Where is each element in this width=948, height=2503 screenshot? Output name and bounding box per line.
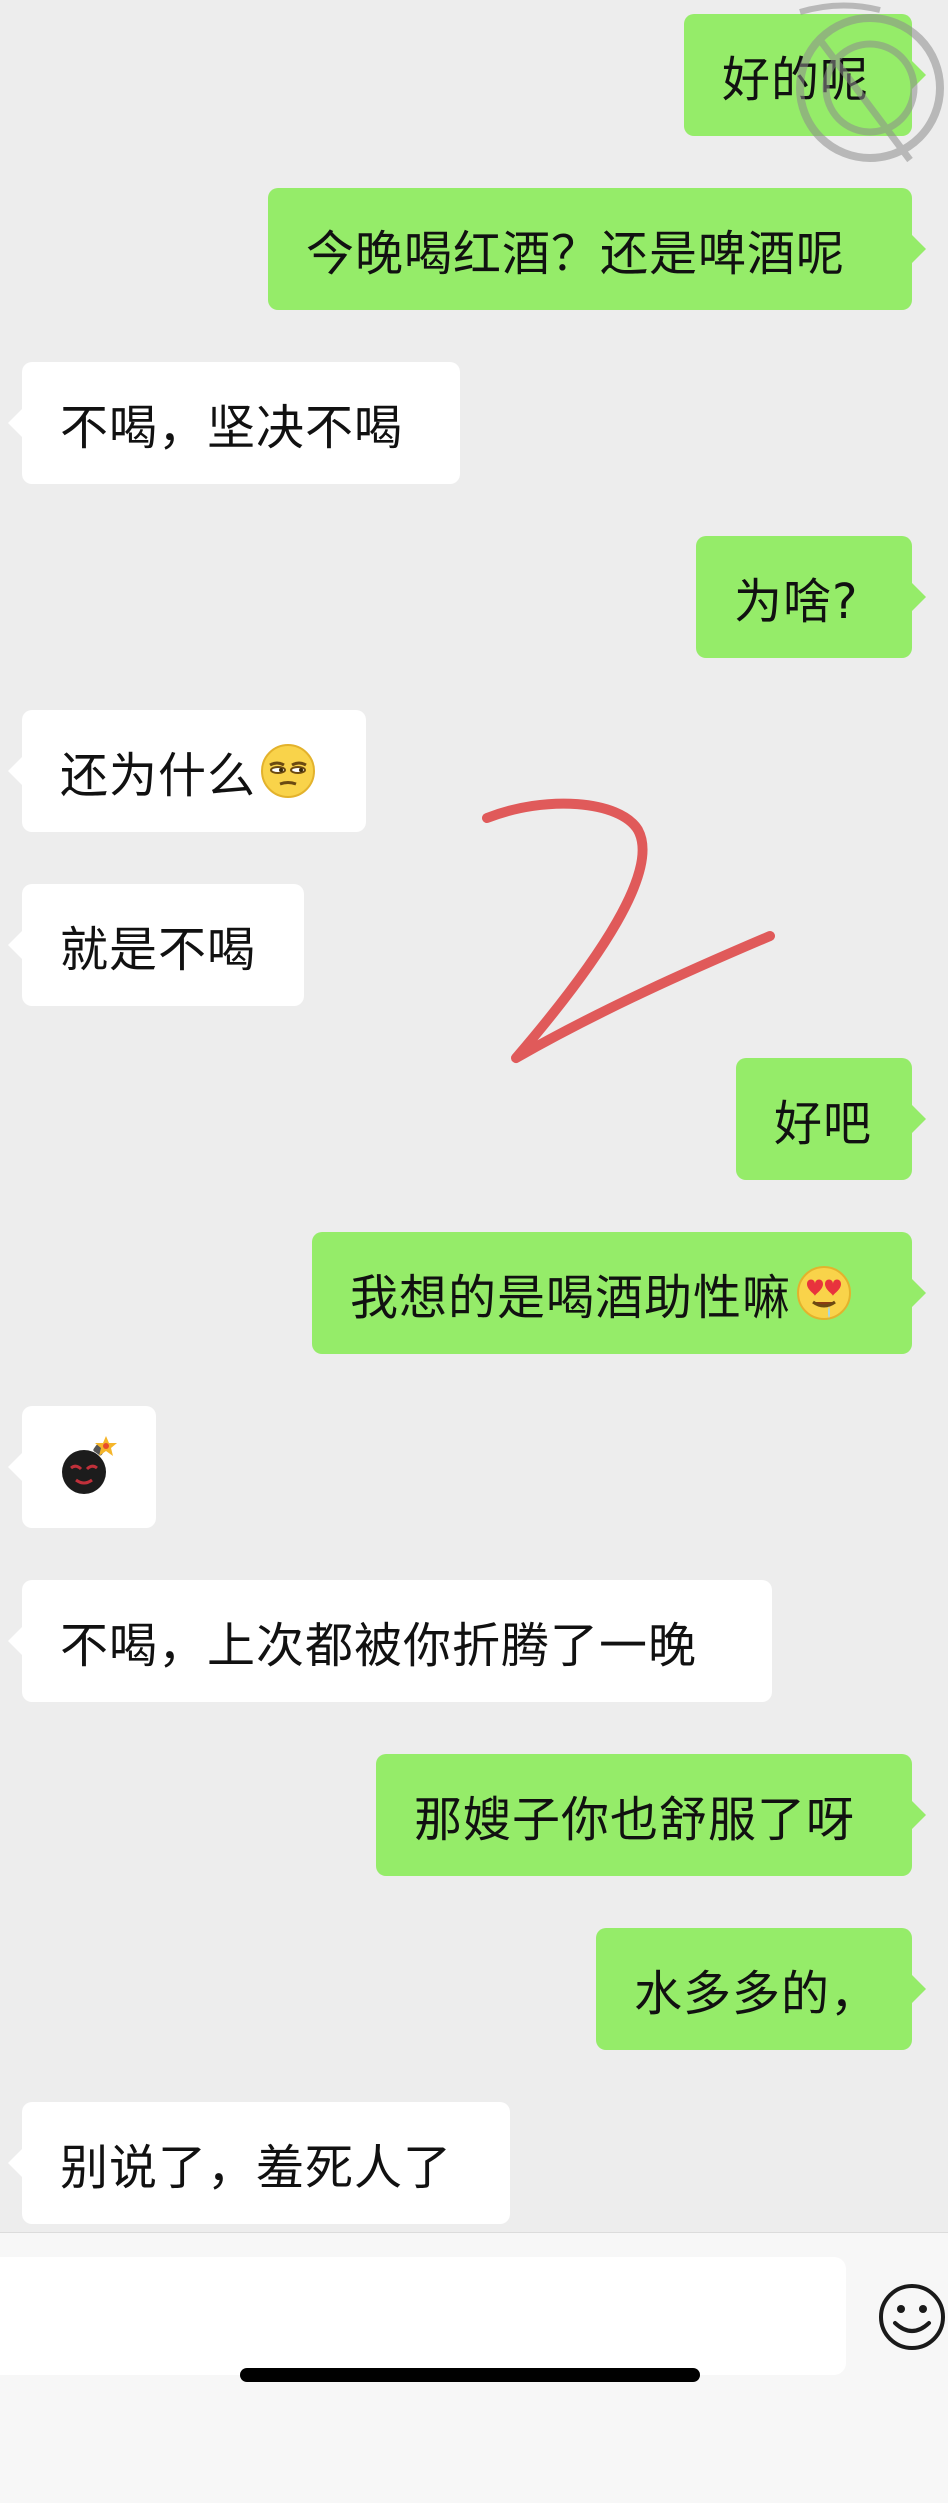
message-text: 就是不喝: [60, 922, 257, 978]
message-row: 不喝，上次都被你折腾了一晚: [8, 1580, 772, 1702]
incoming-message-bubble[interactable]: 还为什么: [8, 710, 366, 832]
message-text: 那嫂子你也舒服了呀: [414, 1792, 856, 1848]
message-row: 就是不喝: [8, 884, 304, 1006]
message-row: 不喝，坚决不喝: [8, 362, 460, 484]
emoji-button[interactable]: [876, 2279, 948, 2355]
message-row: 好吧: [736, 1058, 926, 1180]
message-text: 我想的是喝酒助性嘛: [350, 1270, 792, 1326]
message-text: 今晚喝红酒？还是啤酒呢: [306, 226, 846, 282]
message-row: 那嫂子你也舒服了呀: [376, 1754, 926, 1876]
incoming-message-bubble[interactable]: 不喝，上次都被你折腾了一晚: [8, 1580, 772, 1702]
message-row: [8, 1406, 156, 1528]
message-text: 不喝，上次都被你折腾了一晚: [60, 1618, 698, 1674]
drooling-heart-eyes-emoji: [795, 1264, 853, 1322]
outgoing-message-bubble[interactable]: 水多多的，: [596, 1928, 926, 2050]
message-text: 为啥?: [734, 574, 859, 630]
message-text: 不喝，坚决不喝: [60, 400, 404, 456]
outgoing-message-bubble[interactable]: 为啥?: [696, 536, 926, 658]
incoming-message-bubble[interactable]: 不喝，坚决不喝: [8, 362, 460, 484]
unamused-face-emoji: [260, 743, 316, 799]
message-row: 今晚喝红酒？还是啤酒呢: [268, 188, 926, 310]
message-row: 别说了，羞死人了: [8, 2102, 510, 2224]
message-row: 我想的是喝酒助性嘛: [312, 1232, 926, 1354]
incoming-message-bubble[interactable]: 就是不喝: [8, 884, 304, 1006]
message-text: 别说了，羞死人了: [60, 2140, 453, 2196]
message-text: 水多多的，: [634, 1966, 880, 2022]
chat-message-list[interactable]: 好的呢 今晚喝红酒？还是啤酒呢 不喝，坚决不喝 为啥? 还为什么 就是不喝 好吧…: [0, 0, 948, 2232]
message-row: 水多多的，: [596, 1928, 926, 2050]
bomb-emoji: [56, 1434, 122, 1500]
message-input[interactable]: [0, 2257, 846, 2375]
message-text: 好吧: [774, 1096, 873, 1152]
watermark-logo: [796, 2, 944, 163]
message-row: 为啥?: [696, 536, 926, 658]
outgoing-message-bubble[interactable]: 今晚喝红酒？还是啤酒呢: [268, 188, 926, 310]
incoming-message-bubble[interactable]: 别说了，羞死人了: [8, 2102, 510, 2224]
smiley-face-icon: [879, 2284, 945, 2350]
outgoing-message-bubble[interactable]: 我想的是喝酒助性嘛: [312, 1232, 926, 1354]
outgoing-message-bubble[interactable]: 好吧: [736, 1058, 926, 1180]
home-indicator: [240, 2368, 700, 2382]
message-text: 还为什么: [60, 748, 257, 804]
message-row: 还为什么: [8, 710, 366, 832]
incoming-message-bubble[interactable]: [8, 1406, 156, 1528]
outgoing-message-bubble[interactable]: 那嫂子你也舒服了呀: [376, 1754, 926, 1876]
